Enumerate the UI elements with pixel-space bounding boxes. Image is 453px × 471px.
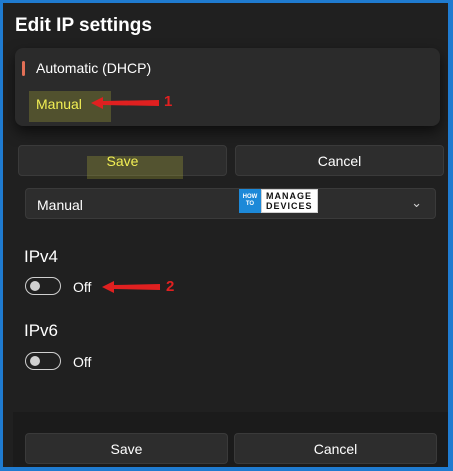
chevron-down-icon: ⌄ bbox=[411, 195, 422, 210]
dialog-title: Edit IP settings bbox=[15, 15, 152, 36]
logo-how-to: HOW TO bbox=[239, 189, 261, 213]
select-value: Manual bbox=[37, 197, 83, 213]
option-manual[interactable]: Manual bbox=[15, 87, 440, 121]
ipv6-toggle-state: Off bbox=[73, 354, 92, 370]
cancel-label: Cancel bbox=[317, 152, 362, 169]
toggle-knob bbox=[30, 356, 40, 366]
ipv6-toggle[interactable] bbox=[25, 352, 61, 370]
annotation-number-2: 2 bbox=[166, 278, 175, 295]
ip-mode-select[interactable]: Manual ⌄ bbox=[25, 188, 436, 219]
annotation-number-1: 1 bbox=[164, 93, 173, 110]
cancel-button-top[interactable]: Cancel bbox=[235, 145, 444, 176]
option-label: Automatic (DHCP) bbox=[36, 60, 152, 76]
save-label: Save bbox=[110, 440, 143, 457]
cancel-label: Cancel bbox=[313, 440, 358, 457]
watermark-logo: HOW TO MANAGE DEVICES bbox=[239, 189, 318, 213]
ipv4-toggle-state: Off bbox=[73, 279, 92, 295]
option-label: Manual bbox=[36, 96, 82, 112]
save-button-label-wrap: Save bbox=[18, 145, 227, 176]
selection-indicator bbox=[22, 61, 25, 76]
logo-manage-devices: MANAGE DEVICES bbox=[261, 189, 318, 213]
annotation-arrow-2 bbox=[102, 281, 160, 293]
cancel-button[interactable]: Cancel bbox=[234, 433, 437, 464]
annotation-arrow-1 bbox=[91, 97, 159, 109]
save-label: Save bbox=[106, 152, 139, 169]
option-automatic-dhcp[interactable]: Automatic (DHCP) bbox=[15, 51, 440, 85]
ipv6-heading: IPv6 bbox=[24, 321, 59, 340]
dialog-frame: Edit IP settings Automatic (DHCP) Manual… bbox=[3, 3, 448, 467]
ipv4-heading: IPv4 bbox=[24, 247, 59, 266]
save-button[interactable]: Save bbox=[25, 433, 228, 464]
ipv4-toggle[interactable] bbox=[25, 277, 61, 295]
toggle-knob bbox=[30, 281, 40, 291]
